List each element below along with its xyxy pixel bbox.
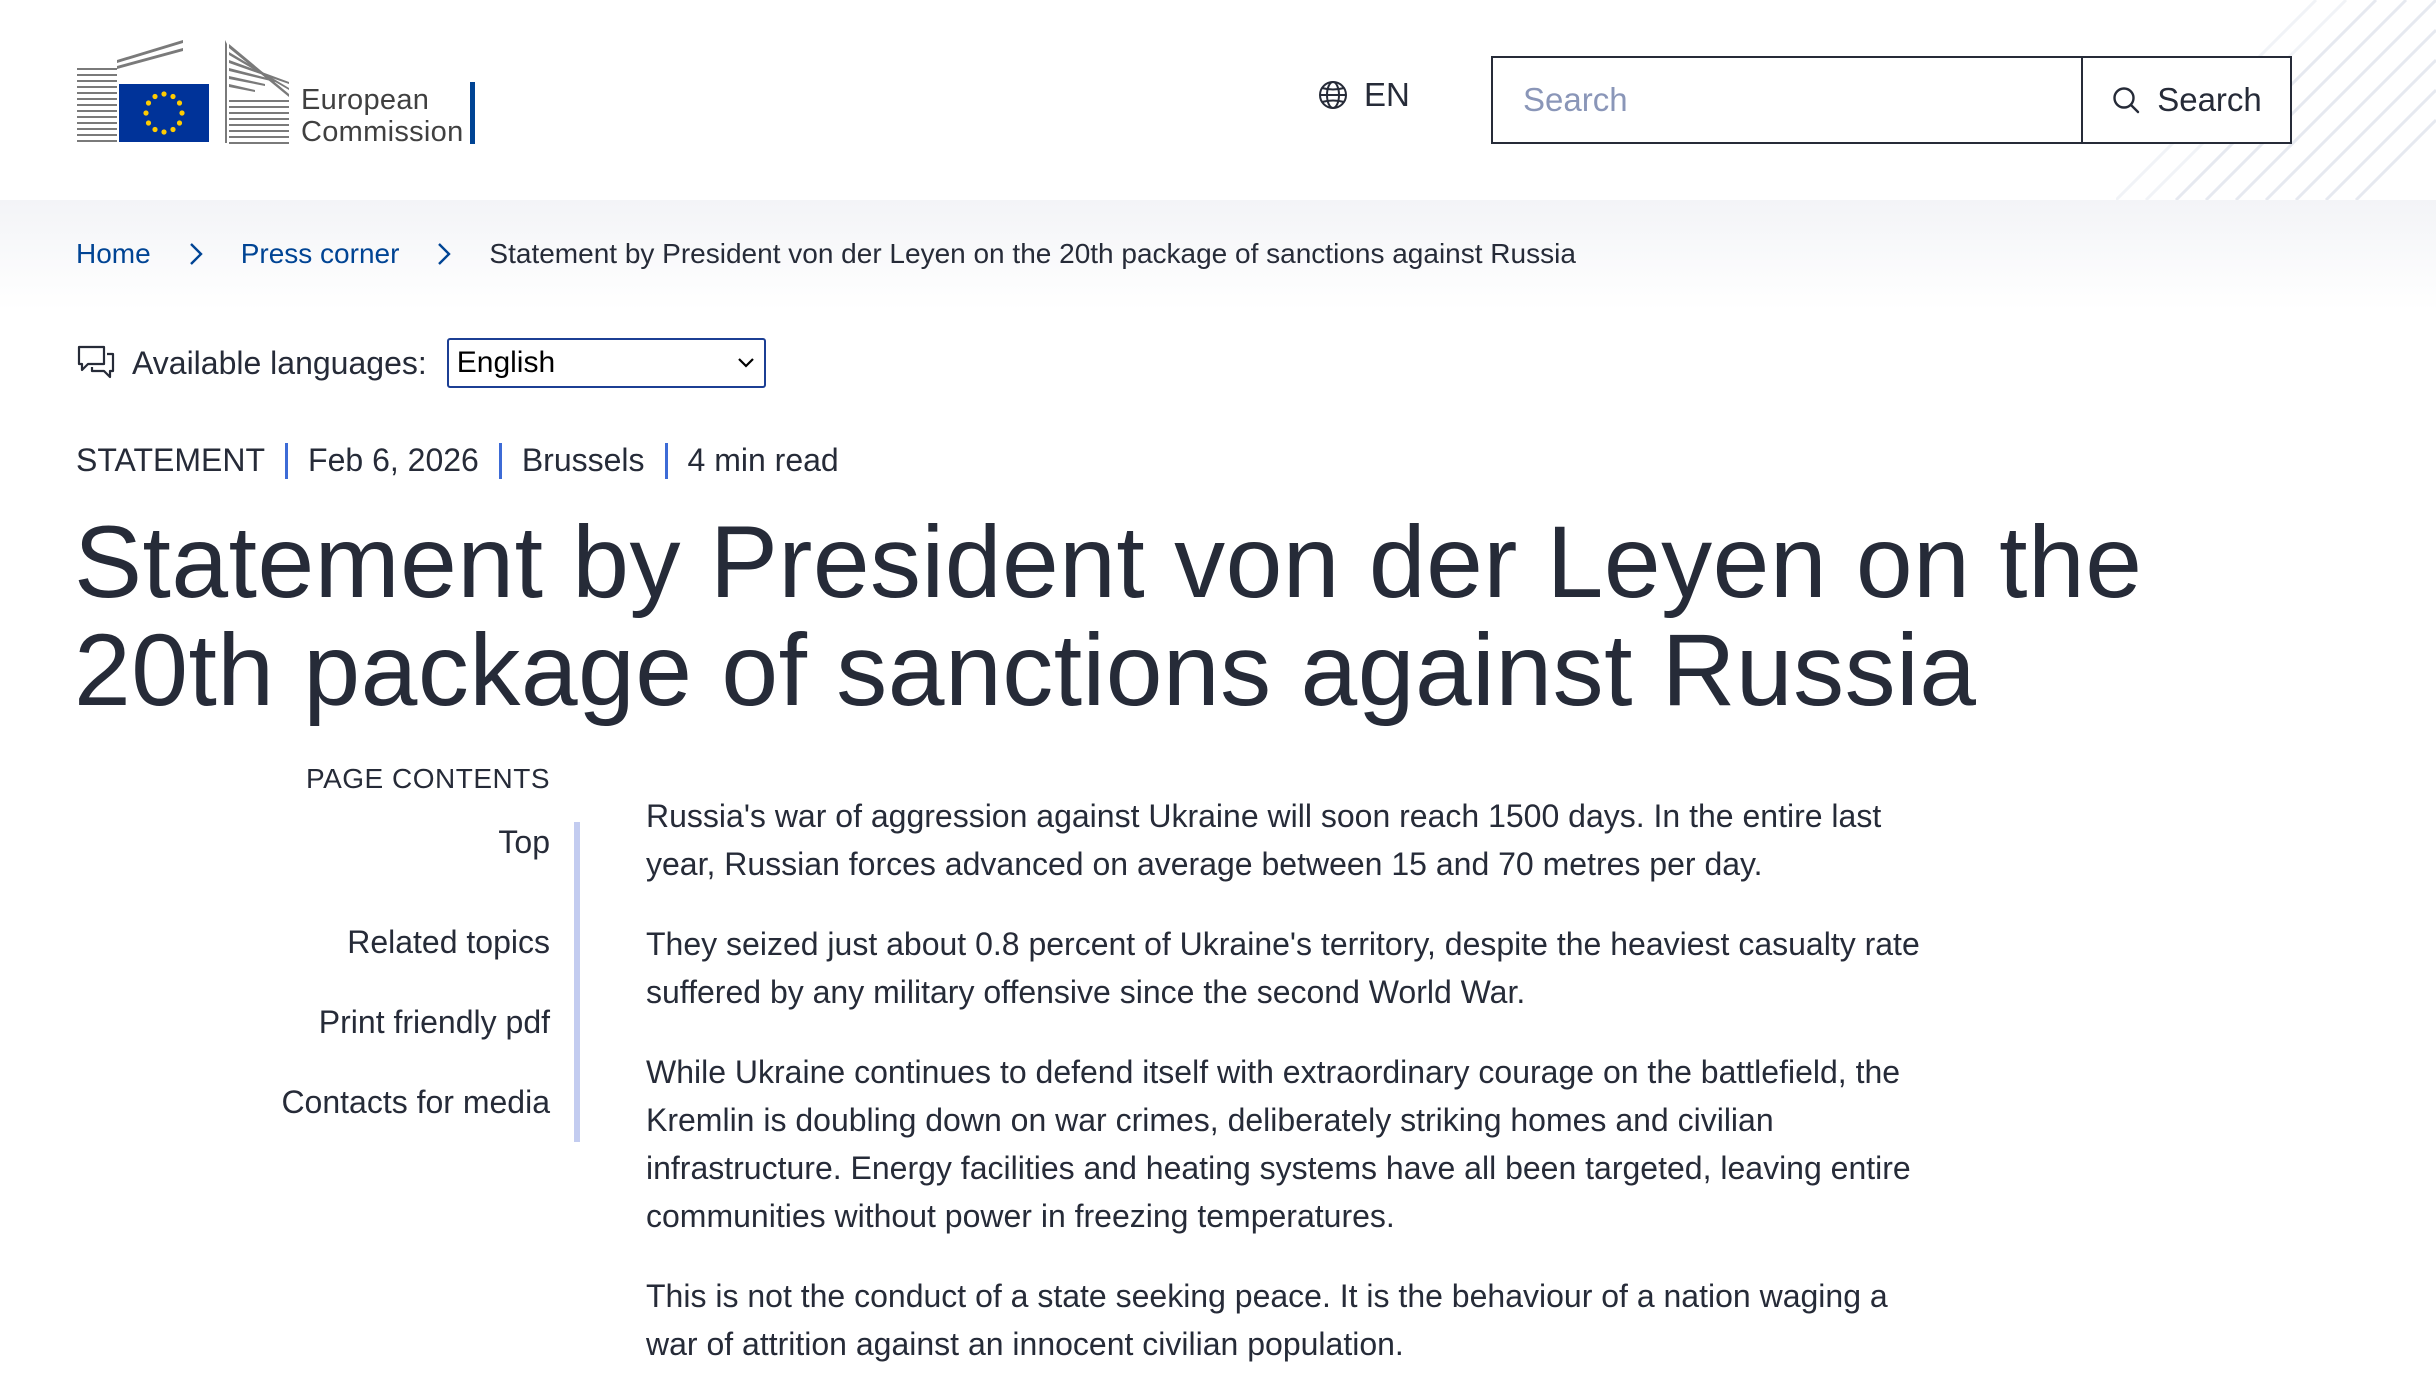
page-contents-heading: PAGE CONTENTS — [305, 763, 550, 794]
breadcrumb-current: Statement by President von der Leyen on … — [489, 238, 1576, 269]
search-input[interactable] — [1491, 56, 2081, 144]
available-languages: Available languages: English — [76, 338, 766, 388]
chevron-right-icon — [187, 241, 205, 267]
toc-item-top[interactable]: Top — [76, 822, 550, 902]
page-title-line-2: 20th package of sanctions against Russia — [74, 613, 1977, 727]
language-switcher[interactable]: EN — [1318, 76, 1410, 114]
page-title-line-1: Statement by President von der Leyen on … — [74, 505, 2143, 619]
breadcrumb-home[interactable]: Home — [76, 238, 151, 270]
speech-bubbles-icon — [77, 345, 115, 379]
body-paragraph: This is not the conduct of a state seeki… — [646, 1278, 1888, 1362]
page-title: Statement by President von der Leyen on … — [74, 508, 2274, 724]
page-contents-nav: Top Related topics Print friendly pdf Co… — [76, 822, 584, 1142]
article-body: Russia's war of aggression against Ukrai… — [646, 792, 1936, 1384]
available-languages-label: Available languages: — [132, 344, 427, 381]
language-code: EN — [1364, 76, 1410, 113]
toc-item-contacts-for-media[interactable]: Contacts for media — [76, 1062, 550, 1142]
logo-line-1: European — [301, 84, 430, 116]
search-form: Search — [1491, 56, 2292, 144]
search-button-label: Search — [2157, 81, 2262, 118]
language-select-value: English — [456, 346, 556, 379]
body-paragraph: Russia's war of aggression against Ukrai… — [646, 798, 1882, 882]
european-commission-logo[interactable]: European Commission — [75, 38, 485, 148]
meta-divider — [498, 442, 502, 479]
site-header: European Commission EN Search — [0, 0, 2436, 200]
body-paragraph: They seized just about 0.8 percent of Uk… — [646, 926, 1920, 1010]
globe-icon — [1319, 81, 1347, 109]
article-meta: STATEMENT Feb 6, 2026 Brussels 4 min rea… — [76, 442, 839, 479]
meta-divider — [664, 442, 668, 479]
logo-text: European Commission — [301, 84, 464, 148]
article-read-time: 4 min read — [687, 442, 839, 478]
chevron-right-icon — [435, 241, 453, 267]
article-type: STATEMENT — [76, 442, 266, 478]
body-paragraph: While Ukraine continues to defend itself… — [646, 1054, 1911, 1234]
toc-scroll-indicator — [574, 822, 580, 1142]
search-button[interactable]: Search — [2081, 56, 2292, 144]
toc-item-print-friendly-pdf[interactable]: Print friendly pdf — [76, 982, 550, 1062]
language-select[interactable]: English — [446, 338, 766, 388]
ec-emblem-icon — [77, 40, 289, 144]
search-icon — [2113, 87, 2140, 114]
logo-divider — [470, 82, 475, 144]
toc-item-related-topics[interactable]: Related topics — [76, 902, 550, 982]
chevron-down-icon — [737, 358, 754, 368]
article-location: Brussels — [521, 442, 645, 478]
meta-divider — [285, 442, 289, 479]
breadcrumb-press-corner[interactable]: Press corner — [241, 238, 400, 270]
logo-line-2: Commission — [301, 116, 464, 148]
breadcrumb: Home Press corner Statement by President… — [76, 238, 1576, 270]
article-date: Feb 6, 2026 — [308, 442, 479, 478]
